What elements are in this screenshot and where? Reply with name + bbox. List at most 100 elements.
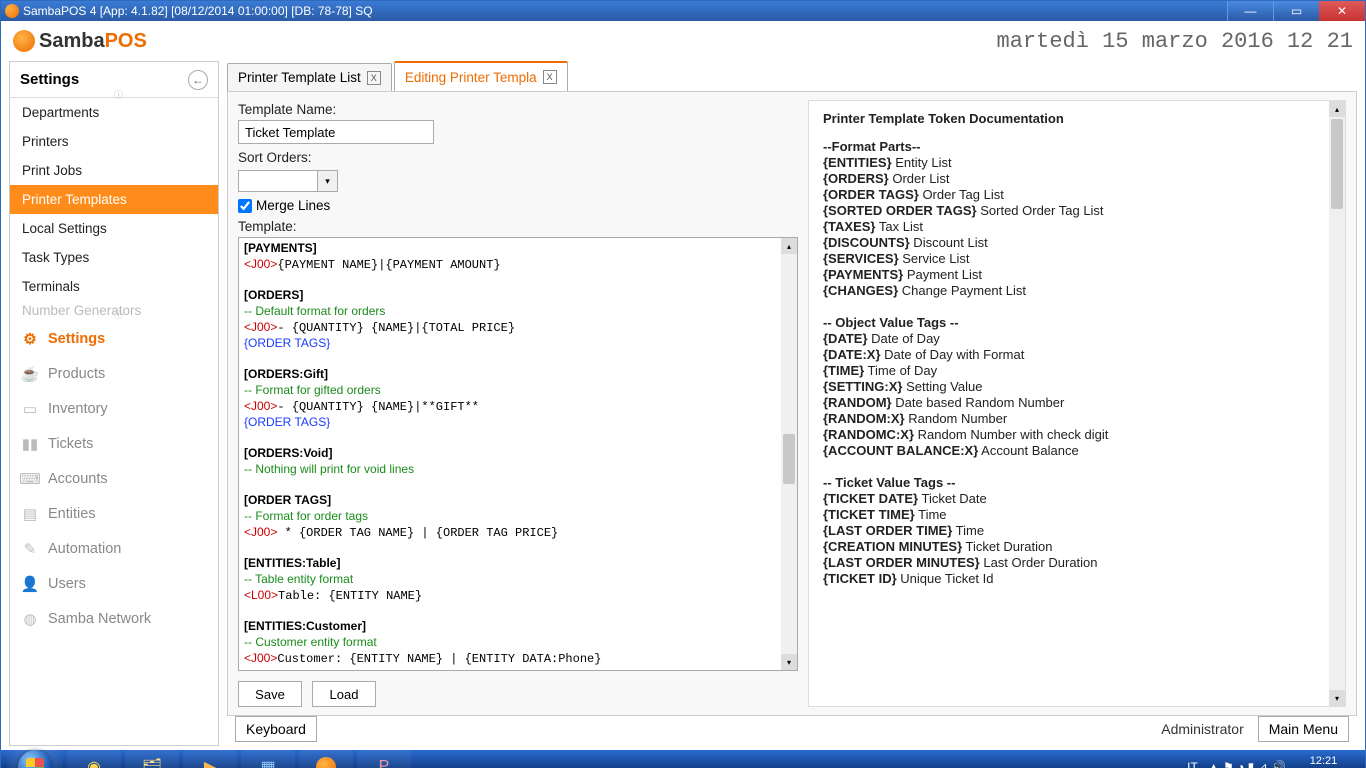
merge-lines-checkbox[interactable] [238,199,252,213]
sidebar-section-icon: ▮▮ [20,435,40,453]
current-user-label: Administrator [1161,721,1243,737]
brand-bar: SambaPOS martedì 15 marzo 2016 12 21 [1,21,1365,61]
taskbar-explorer-icon[interactable]: 🗂 [125,750,179,768]
keyboard-button[interactable]: Keyboard [235,716,317,742]
scroll-track[interactable] [781,254,797,654]
scroll-down-icon[interactable]: ▾ [781,654,797,670]
taskbar-media-icon[interactable]: ▶ [183,750,237,768]
sidebar-section-label: Accounts [48,471,108,487]
sidebar-item[interactable]: Print Jobs [10,156,218,185]
sidebar-section-item[interactable]: 👤 Users [10,566,218,601]
tray-language[interactable]: IT [1187,760,1198,768]
merge-lines-row[interactable]: Merge Lines [238,198,798,213]
taskbar-chrome-icon[interactable]: ◉ [67,750,121,768]
sidebar-section-icon: ✎ [20,540,40,558]
sidebar-top-list: ⓘ DepartmentsPrintersPrint JobsPrinter T… [10,98,218,319]
sidebar-section-item[interactable]: ☕ Products [10,356,218,391]
tray-icons[interactable]: ▲ ⚑ ◑ ▮ ⊿ 🔊 [1208,760,1286,768]
main-area: Printer Template ListXEditing Printer Te… [227,61,1357,746]
info-icon: ⓘ [114,308,123,321]
sidebar-title: Settings [20,71,79,88]
taskbar-app-icon[interactable]: ▦ [241,750,295,768]
sidebar-section-item[interactable]: ✎ Automation [10,531,218,566]
logo-icon [13,30,35,52]
template-editor[interactable]: [PAYMENTS] <J00>{PAYMENT NAME}|{PAYMENT … [239,238,781,670]
tab[interactable]: Printer Template List X [227,63,392,91]
header-datetime: martedì 15 marzo 2016 12 21 [997,29,1353,54]
scroll-thumb[interactable] [783,434,795,484]
sidebar-section-item[interactable]: ▮▮ Tickets [10,426,218,461]
sidebar-section-item[interactable]: ⌨ Accounts [10,461,218,496]
sidebar-section-icon: 👤 [20,575,40,593]
sidebar-section-label: Tickets [48,436,93,452]
sort-orders-combo[interactable]: ▾ [238,170,338,192]
sidebar-back-button[interactable]: ← [188,70,208,90]
sidebar-section-icon: ▭ [20,400,40,418]
window-minimize-button[interactable]: — [1227,1,1273,21]
sort-orders-label: Sort Orders: [238,150,798,165]
sidebar: Settings ← ⓘ DepartmentsPrintersPrint Jo… [9,61,219,746]
info-icon: ⓘ [114,88,123,101]
sidebar-item[interactable]: Terminals [10,272,218,301]
editor-panel: Template Name: Sort Orders: ▾ Merge Line… [227,91,1357,716]
merge-lines-label: Merge Lines [256,198,330,213]
sidebar-section-label: Inventory [48,401,108,417]
tab-label: Editing Printer Templa [405,70,537,85]
sidebar-section-label: Products [48,366,105,382]
tray-clock[interactable]: 12:21 15/03/2016 [1296,755,1351,768]
tab[interactable]: Editing Printer Templa X [394,61,568,91]
template-editor-wrap: [PAYMENTS] <J00>{PAYMENT NAME}|{PAYMENT … [238,237,798,671]
sidebar-section-item[interactable]: ◍Samba Network [10,601,218,636]
window-close-button[interactable]: ✕ [1319,1,1365,21]
sidebar-item[interactable]: Local Settings [10,214,218,243]
save-button[interactable]: Save [238,681,302,707]
window-maximize-button[interactable]: ▭ [1273,1,1319,21]
tray-time: 12:21 [1296,755,1351,767]
editor-scrollbar[interactable]: ▴ ▾ [781,238,797,670]
scroll-track[interactable] [1329,117,1345,690]
sort-orders-value[interactable] [238,170,318,192]
sidebar-section-item[interactable]: ⚙ Settings [10,321,218,356]
tab-strip: Printer Template ListXEditing Printer Te… [227,61,1357,91]
footer-bar: Keyboard Administrator Main Menu [227,716,1357,746]
scroll-down-icon[interactable]: ▾ [1329,690,1345,706]
doc-panel: Printer Template Token Documentation--Fo… [808,100,1346,707]
doc-content: Printer Template Token Documentation--Fo… [809,101,1329,706]
sidebar-section-icon: ☕ [20,365,40,383]
taskbar-sambapos-icon[interactable] [299,750,353,768]
sidebar-section-icon: ⚙ [20,330,40,348]
system-tray: IT ▲ ⚑ ◑ ▮ ⊿ 🔊 12:21 15/03/2016 [1187,755,1359,768]
scroll-up-icon[interactable]: ▴ [781,238,797,254]
scroll-thumb[interactable] [1331,119,1343,209]
sidebar-section-item[interactable]: ▤Entities [10,496,218,531]
sidebar-bottom-list: ⚙ Settings ☕ Products ▭ Inventory ▮▮ Tickets ⌨ Ac… [10,321,218,636]
window-titlebar: SambaPOS 4 [App: 4.1.82] [08/12/2014 01:… [1,1,1365,21]
logo-text-b: POS [105,30,147,53]
sidebar-item[interactable]: Printer Templates [10,185,218,214]
close-icon[interactable]: X [367,71,381,85]
sidebar-section-icon: ▤ [20,505,40,523]
sidebar-section-label: Automation [48,541,121,557]
sidebar-item[interactable]: Printers [10,127,218,156]
app-icon [5,4,19,18]
template-name-input[interactable] [238,120,434,144]
sidebar-section-icon: ◍ [20,610,40,628]
sidebar-item[interactable]: Task Types [10,243,218,272]
main-menu-button[interactable]: Main Menu [1258,716,1349,742]
scroll-up-icon[interactable]: ▴ [1329,101,1345,117]
sidebar-section-icon: ⌨ [20,470,40,488]
chevron-down-icon[interactable]: ▾ [318,170,338,192]
window-title: SambaPOS 4 [App: 4.1.82] [08/12/2014 01:… [23,4,1227,18]
app-logo: SambaPOS [13,30,147,53]
template-label: Template: [238,219,798,234]
sidebar-section-label: Settings [48,331,105,347]
tab-label: Printer Template List [238,70,361,85]
start-button[interactable] [7,750,63,768]
load-button[interactable]: Load [312,681,376,707]
doc-scrollbar[interactable]: ▴ ▾ [1329,101,1345,706]
sidebar-section-label: Users [48,576,86,592]
sidebar-section-item[interactable]: ▭ Inventory [10,391,218,426]
sidebar-item[interactable]: Departments [10,98,218,127]
close-icon[interactable]: X [543,70,557,84]
taskbar-powerpoint-icon[interactable]: P [357,750,411,768]
